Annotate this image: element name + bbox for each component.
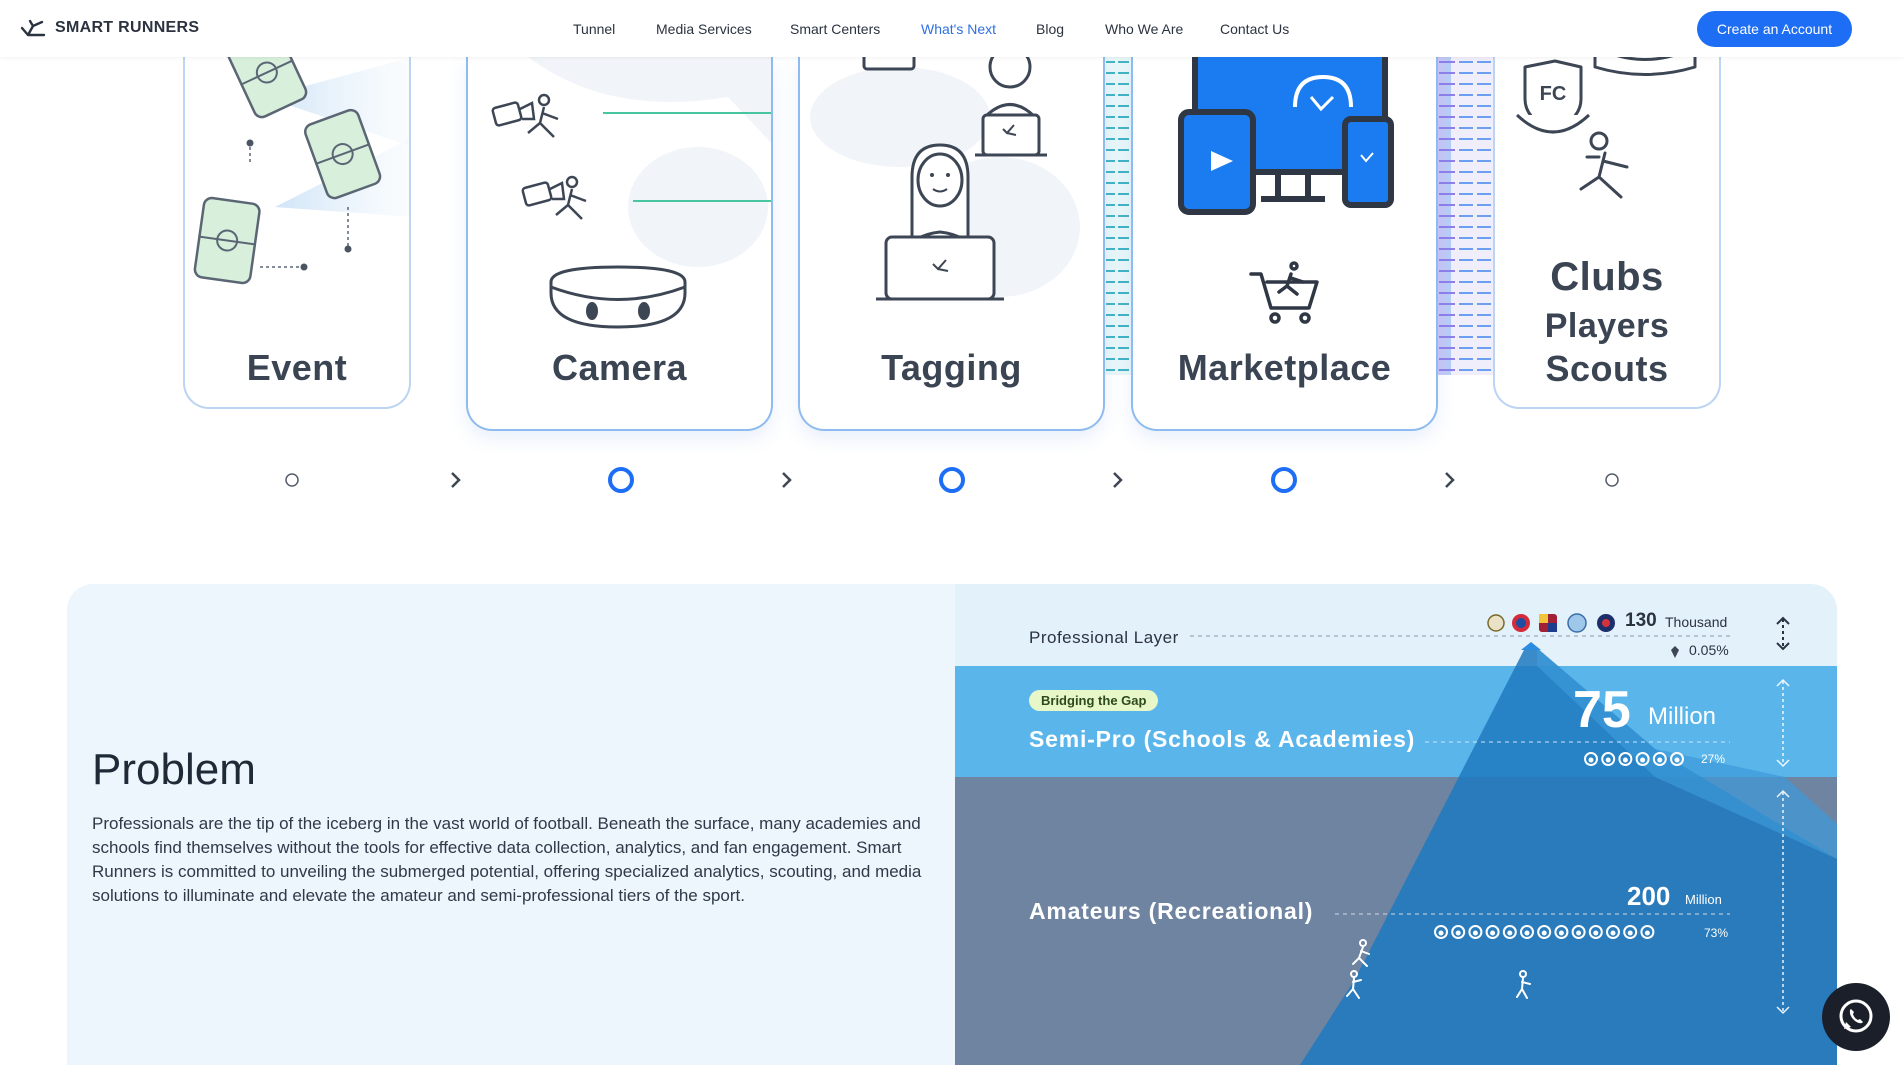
timeline-node-marketplace [1271, 467, 1297, 493]
card-tagging: Tagging [798, 57, 1105, 431]
brand-name: SMART RUNNERS [55, 19, 200, 36]
tech-strip-right [1437, 57, 1493, 375]
tech-strip-left [1103, 57, 1131, 375]
card-clubs-label: Clubs [1550, 255, 1664, 299]
timeline-node-tagging [939, 467, 965, 493]
person-glyph-dot [1490, 930, 1496, 936]
nav-contact-us[interactable]: Contact Us [1220, 21, 1289, 37]
card-players-label: Players [1544, 307, 1670, 345]
person-glyph-dot [1644, 930, 1650, 936]
person-glyph-dot [1622, 757, 1628, 763]
semipro-percent: 27% [1701, 752, 1726, 766]
amateur-count: 200 [1627, 881, 1671, 911]
semipro-count: 75 [1573, 681, 1631, 739]
professional-layer-label: Professional Layer [1029, 628, 1179, 647]
person-glyph-dot [1507, 930, 1513, 936]
person-glyph-dot [1627, 930, 1633, 936]
nav-tunnel[interactable]: Tunnel [573, 21, 615, 37]
person-glyph-dot [1524, 930, 1530, 936]
card-camera-label: Camera [551, 347, 688, 388]
problem-description: Professionals are the tip of the iceberg… [92, 814, 922, 905]
card-event-label: Event [246, 347, 348, 388]
timeline-node-camera [608, 467, 634, 493]
card-clubs-players-scouts: FC Clubs Players Scouts [1493, 57, 1721, 409]
timeline-node-clubs [1605, 473, 1619, 487]
nav-who-we-are[interactable]: Who We Are [1105, 21, 1183, 37]
fc-badge-icon: FC [1515, 57, 1697, 199]
person-glyph-dot [1610, 930, 1616, 936]
professional-unit: Thousand [1665, 614, 1728, 630]
fc-badge-text: FC [1540, 83, 1567, 105]
card-marketplace-label: Marketplace [1177, 347, 1392, 388]
card-marketplace: Marketplace [1131, 57, 1438, 431]
tagger-at-laptop-icon [810, 57, 1080, 301]
semipro-unit: Million [1648, 703, 1717, 730]
problem-title: Problem [92, 745, 256, 794]
whatsapp-chat-button[interactable] [1822, 983, 1890, 1051]
person-glyph-dot [1472, 930, 1478, 936]
card-event: Event [183, 57, 411, 409]
pipeline-timeline [60, 467, 1840, 493]
person-glyph-dot [1541, 930, 1547, 936]
person-glyph-dot [1640, 757, 1646, 763]
card-camera: Camera [466, 57, 773, 431]
smart-runners-logo-icon [20, 19, 46, 37]
person-glyph-dot [1576, 930, 1582, 936]
bridging-gap-badge: Bridging the Gap [1029, 690, 1159, 711]
football-pitch-icon [193, 57, 409, 285]
devices-icon [1178, 57, 1394, 215]
person-glyph-dot [1605, 757, 1611, 763]
person-glyph-dot [1558, 930, 1564, 936]
timeline-node-event [285, 473, 299, 487]
person-glyph-dot [1588, 757, 1594, 763]
shopping-cart-icon [1249, 261, 1319, 324]
card-tagging-label: Tagging [881, 347, 1022, 388]
camera-icon [491, 57, 771, 329]
amateur-unit: Million [1685, 892, 1722, 907]
amateur-layer-label: Amateurs (Recreational) [1029, 898, 1314, 924]
person-glyph-dot [1455, 930, 1461, 936]
whatsapp-icon [1839, 999, 1873, 1033]
chevron-right-icon [451, 472, 461, 488]
nav-media-services[interactable]: Media Services [656, 21, 752, 37]
iceberg-infographic: Professional Layer 130 Thousand 0.05% Br… [955, 584, 1837, 1065]
create-account-button[interactable]: Create an Account [1697, 11, 1852, 47]
nav-smart-centers[interactable]: Smart Centers [790, 21, 880, 37]
amateur-percent: 73% [1704, 926, 1729, 940]
person-glyph-dot [1438, 930, 1444, 936]
person-glyph-dot [1657, 757, 1663, 763]
nav-whats-next[interactable]: What's Next [921, 21, 996, 37]
professional-count: 130 [1625, 610, 1657, 631]
professional-percent: 0.05% [1689, 642, 1729, 658]
nav-blog[interactable]: Blog [1036, 21, 1064, 37]
card-scouts-label: Scouts [1545, 348, 1669, 389]
site-header: SMART RUNNERS Tunnel Media Services Smar… [0, 0, 1904, 57]
brand-logo[interactable]: SMART RUNNERS [20, 18, 199, 38]
person-glyph-dot [1674, 757, 1680, 763]
person-glyph-dot [1593, 930, 1599, 936]
chevron-right-icon [1445, 472, 1455, 488]
semipro-layer-label: Semi-Pro (Schools & Academies) [1029, 726, 1416, 752]
